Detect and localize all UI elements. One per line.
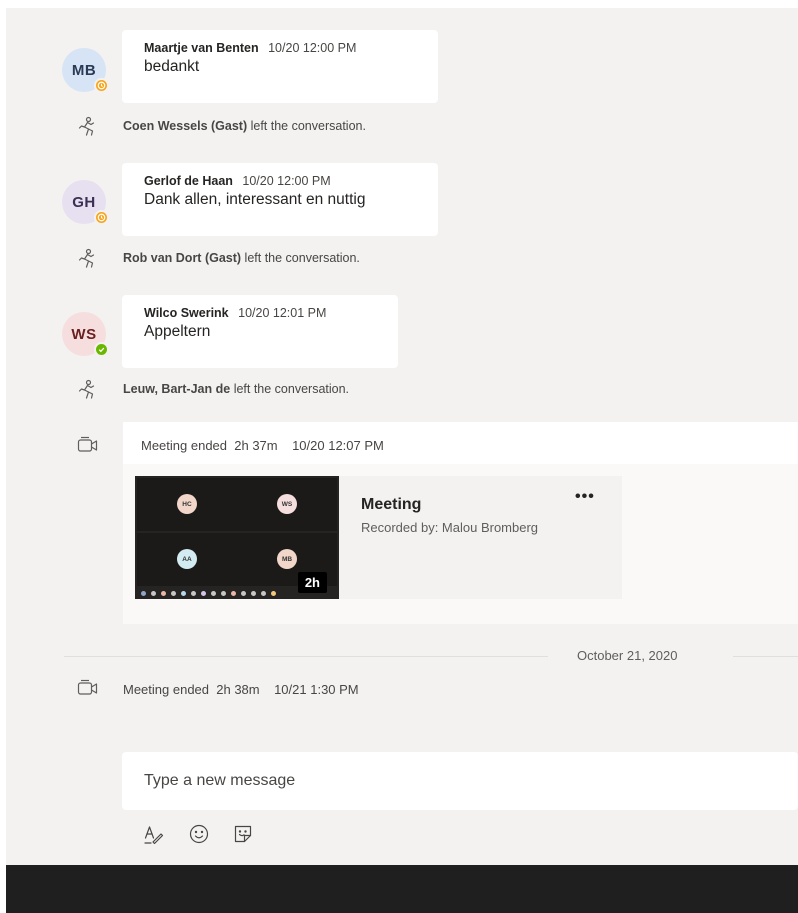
message-bubble[interactable]: Maartje van Benten 10/20 12:00 PM bedank… bbox=[122, 30, 438, 103]
event-action: left the conversation. bbox=[233, 382, 350, 396]
avatar[interactable]: GH bbox=[62, 180, 109, 225]
video-tile: HC bbox=[137, 478, 237, 531]
leave-icon bbox=[76, 379, 98, 401]
message-input[interactable] bbox=[122, 752, 798, 810]
meeting-time: 10/21 1:30 PM bbox=[274, 682, 359, 697]
participant-name: Coen Wessels (Gast) bbox=[123, 119, 248, 133]
sticker-icon[interactable] bbox=[232, 823, 254, 845]
event-action: left the conversation. bbox=[244, 251, 360, 265]
leave-icon bbox=[76, 116, 98, 138]
message-header: Wilco Swerink 10/20 12:01 PM bbox=[144, 306, 376, 320]
message-time: 10/20 12:00 PM bbox=[242, 174, 331, 188]
avatar-initials: WS bbox=[71, 325, 97, 343]
message-time: 10/20 12:01 PM bbox=[238, 306, 327, 320]
message-header: Gerlof de Haan 10/20 12:00 PM bbox=[144, 174, 416, 188]
meeting-duration: 2h 38m bbox=[216, 682, 260, 697]
meeting-icon bbox=[76, 677, 100, 699]
presence-away-icon bbox=[94, 78, 109, 93]
date-divider: October 21, 2020 bbox=[577, 648, 678, 663]
message-bubble[interactable]: Wilco Swerink 10/20 12:01 PM Appeltern bbox=[122, 295, 398, 368]
event-action: left the conversation. bbox=[250, 119, 366, 133]
participant-avatar: MB bbox=[277, 549, 297, 569]
message-time: 10/20 12:00 PM bbox=[268, 41, 357, 55]
format-icon[interactable] bbox=[143, 823, 165, 845]
message-bubble[interactable]: Gerlof de Haan 10/20 12:00 PM Dank allen… bbox=[122, 163, 438, 236]
sender-name: Gerlof de Haan bbox=[144, 174, 233, 188]
meeting-icon bbox=[76, 434, 100, 456]
duration-badge: 2h bbox=[297, 572, 327, 593]
meeting-body: HC WS AA MB 2h Meeting Recorded by: Malo… bbox=[123, 464, 798, 624]
meeting-summary: Meeting ended 2h 37m 10/20 12:07 PM bbox=[141, 438, 384, 453]
date-divider-line bbox=[64, 656, 548, 657]
avatar-initials: GH bbox=[72, 193, 96, 211]
message-text: bedankt bbox=[144, 58, 200, 75]
system-message: Leuw, Bart-Jan de left the conversation. bbox=[123, 382, 349, 396]
avatar[interactable]: MB bbox=[62, 48, 109, 93]
participant-avatar: HC bbox=[177, 494, 197, 514]
participant-name: Rob van Dort (Gast) bbox=[123, 251, 242, 265]
recording-card[interactable]: HC WS AA MB 2h Meeting Recorded by: Malo… bbox=[135, 476, 622, 599]
avatar[interactable]: WS bbox=[62, 312, 109, 357]
presence-away-icon bbox=[94, 210, 109, 225]
meeting-status: Meeting ended bbox=[123, 682, 210, 697]
meeting-duration: 2h 37m bbox=[234, 438, 278, 453]
system-message: Rob van Dort (Gast) left the conversatio… bbox=[123, 251, 360, 265]
participant-name: Leuw, Bart-Jan de bbox=[123, 382, 231, 396]
participant-avatar: WS bbox=[277, 494, 297, 514]
video-tile: WS bbox=[237, 478, 337, 531]
compose-box bbox=[122, 752, 798, 810]
recording-thumbnail[interactable]: HC WS AA MB 2h bbox=[135, 476, 339, 599]
sender-name: Wilco Swerink bbox=[144, 306, 229, 320]
meeting-status: Meeting ended bbox=[141, 438, 228, 453]
participant-avatar: AA bbox=[177, 549, 197, 569]
recording-title: Meeting bbox=[361, 496, 422, 513]
system-message: Coen Wessels (Gast) left the conversatio… bbox=[123, 119, 366, 133]
message-text: Dank allen, interessant en nuttig bbox=[144, 191, 366, 208]
meeting-card: Meeting ended 2h 37m 10/20 12:07 PM HC W… bbox=[123, 422, 798, 624]
date-divider-line bbox=[733, 656, 798, 657]
chat-pane: MB Maartje van Benten 10/20 12:00 PM bed… bbox=[6, 8, 798, 865]
presence-available-icon bbox=[94, 342, 109, 357]
sender-name: Maartje van Benten bbox=[144, 41, 259, 55]
emoji-icon[interactable] bbox=[188, 823, 210, 845]
message-header: Maartje van Benten 10/20 12:00 PM bbox=[144, 41, 416, 55]
meeting-summary: Meeting ended 2h 38m 10/21 1:30 PM bbox=[123, 682, 359, 697]
meeting-time: 10/20 12:07 PM bbox=[292, 438, 384, 453]
taskbar-strip bbox=[6, 865, 798, 913]
more-options-icon[interactable]: ••• bbox=[575, 488, 595, 506]
participant-strip bbox=[141, 591, 276, 596]
message-text: Appeltern bbox=[144, 323, 211, 340]
video-tile: AA bbox=[137, 533, 237, 586]
avatar-initials: MB bbox=[71, 61, 97, 79]
recording-owner: Recorded by: Malou Bromberg bbox=[361, 520, 539, 535]
leave-icon bbox=[76, 248, 98, 270]
